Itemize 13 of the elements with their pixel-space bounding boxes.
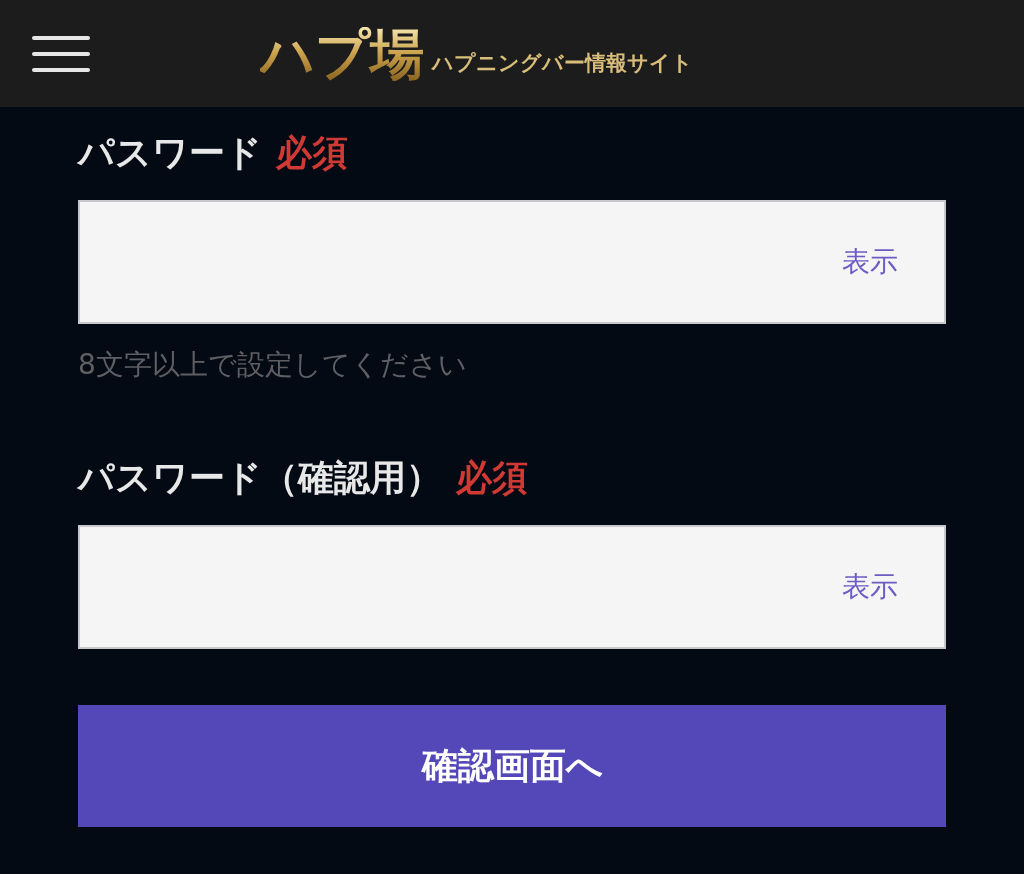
site-logo[interactable]: ハプ場 bbox=[260, 26, 424, 81]
field-label: パスワード bbox=[78, 131, 262, 175]
show-password-link[interactable]: 表示 bbox=[842, 568, 898, 606]
password-field[interactable]: 表示 bbox=[78, 525, 946, 649]
required-tag: 必須 bbox=[456, 454, 528, 503]
field-label: パスワード（確認用） bbox=[78, 456, 442, 500]
required-tag: 必須 bbox=[276, 129, 348, 178]
submit-button[interactable]: 確認画面へ bbox=[78, 705, 946, 827]
menu-icon[interactable] bbox=[32, 33, 90, 74]
field-hint: 8文字以上で設定してください bbox=[78, 347, 468, 383]
site-tagline: ハプニングバー情報サイト bbox=[432, 48, 693, 77]
password-field[interactable]: 表示 bbox=[78, 200, 946, 324]
show-password-link[interactable]: 表示 bbox=[842, 243, 898, 281]
